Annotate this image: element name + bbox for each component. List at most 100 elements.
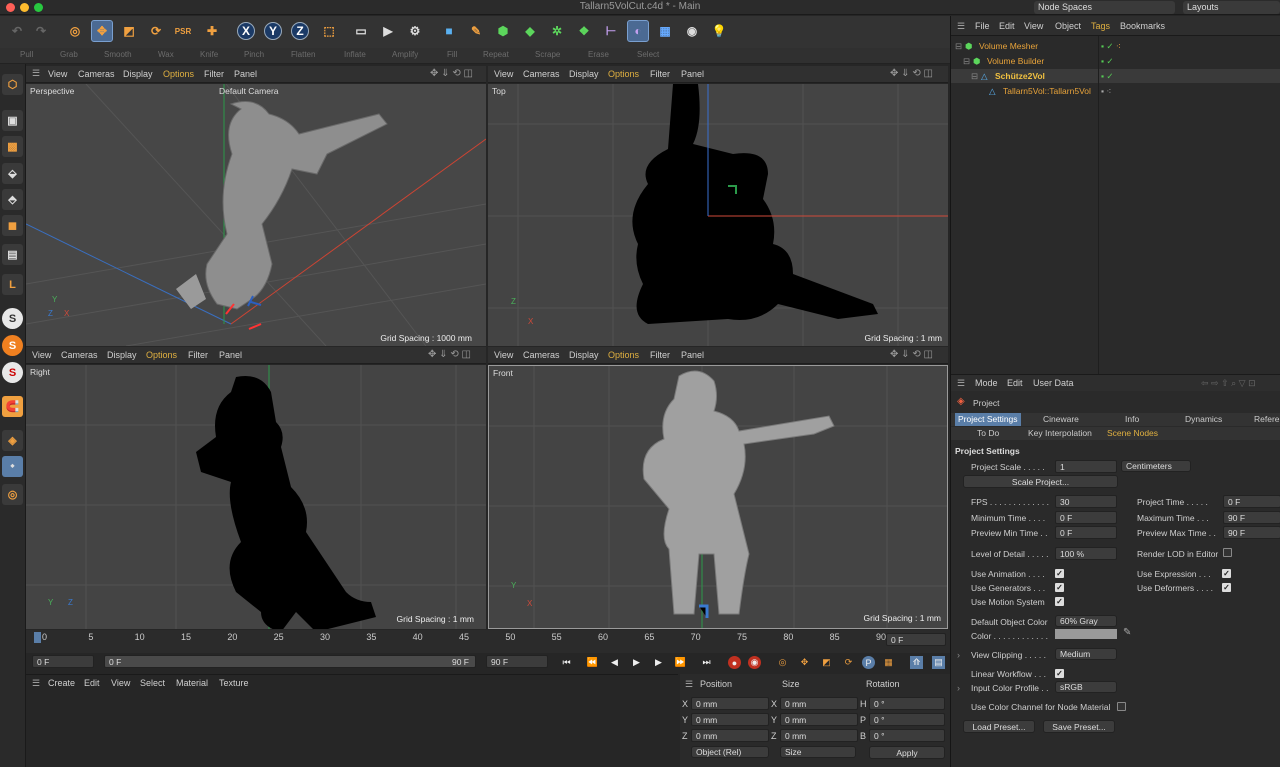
- menu-options[interactable]: Options: [146, 350, 177, 360]
- menu-filter[interactable]: Filter: [188, 350, 208, 360]
- project-scale-field[interactable]: 1: [1055, 460, 1117, 473]
- field-icon[interactable]: ◐: [627, 20, 649, 42]
- attr-menu-edit[interactable]: Edit: [1007, 378, 1023, 388]
- material-menu-material[interactable]: Material: [176, 678, 208, 688]
- coord-mode-dropdown[interactable]: Object (Rel): [691, 746, 769, 758]
- current-frame-field[interactable]: 0 F: [886, 633, 946, 646]
- om-menu-bookmarks[interactable]: Bookmarks: [1120, 21, 1165, 31]
- menu-options[interactable]: Options: [163, 69, 194, 79]
- render-region-icon[interactable]: ▭: [350, 20, 372, 42]
- sculpt-amplify[interactable]: Amplify: [392, 50, 418, 59]
- size-mode-dropdown[interactable]: Size: [780, 746, 856, 758]
- autokey-icon[interactable]: ◉: [748, 656, 761, 669]
- menu-display[interactable]: Display: [569, 350, 599, 360]
- viewport-nav-icons[interactable]: ✥ ⇓ ⟲ ◫: [890, 68, 933, 79]
- z-axis-lock-button[interactable]: Z: [291, 22, 309, 40]
- menu-filter[interactable]: Filter: [650, 350, 670, 360]
- camera-icon[interactable]: ◉: [681, 20, 703, 42]
- add-tool-icon[interactable]: ✚: [201, 20, 223, 42]
- use-motion-checkbox[interactable]: ✓: [1055, 597, 1064, 606]
- polygons-mode-icon[interactable]: ◼: [2, 215, 23, 236]
- pos-y-field[interactable]: 0 mm: [691, 713, 769, 726]
- next-key-icon[interactable]: ⏩: [674, 656, 687, 669]
- sculpt-inflate[interactable]: Inflate: [344, 50, 366, 59]
- points-mode-icon[interactable]: ⬙: [2, 163, 23, 184]
- uv-mode-icon[interactable]: ▤: [2, 244, 23, 265]
- tab-scene-nodes[interactable]: Scene Nodes: [1107, 428, 1158, 438]
- scale-project-button[interactable]: Scale Project...: [963, 475, 1118, 488]
- workplane-icon[interactable]: ◈: [2, 430, 23, 451]
- render-lod-checkbox[interactable]: [1223, 548, 1232, 557]
- menu-display[interactable]: Display: [107, 350, 137, 360]
- top-viewport[interactable]: Z X Top Grid Spacing : 1 mm: [488, 84, 948, 346]
- viewport-nav-icons[interactable]: ✥ ⇓ ⟲ ◫: [428, 349, 471, 360]
- make-editable-icon[interactable]: ⬡: [2, 74, 23, 95]
- use-animation-checkbox[interactable]: ✓: [1055, 569, 1064, 578]
- light-icon[interactable]: 💡: [708, 20, 730, 42]
- viewport-nav-icons[interactable]: ✥ ⇓ ⟲ ◫: [430, 68, 473, 79]
- layouts-dropdown[interactable]: Layouts: [1183, 1, 1280, 14]
- viewport-menu-icon[interactable]: ☰: [32, 68, 40, 79]
- key-scale-icon[interactable]: ◩: [820, 656, 833, 669]
- pos-z-field[interactable]: 0 mm: [691, 729, 769, 742]
- model-mode-icon[interactable]: ▣: [2, 110, 23, 131]
- sculpt-wax[interactable]: Wax: [158, 50, 174, 59]
- menu-filter[interactable]: Filter: [650, 69, 670, 79]
- menu-display[interactable]: Display: [569, 69, 599, 79]
- pen-icon[interactable]: ✎: [465, 20, 487, 42]
- menu-panel[interactable]: Panel: [681, 350, 704, 360]
- default-color-dropdown[interactable]: 60% Gray: [1055, 615, 1117, 627]
- render-settings-icon[interactable]: ⚙: [404, 20, 426, 42]
- preview-min-field[interactable]: 0 F: [1055, 526, 1117, 539]
- x-axis-lock-button[interactable]: X: [237, 22, 255, 40]
- sculpt-pull[interactable]: Pull: [20, 50, 33, 59]
- menu-display[interactable]: Display: [123, 69, 153, 79]
- menu-cameras[interactable]: Cameras: [523, 350, 560, 360]
- sculpt-pinch[interactable]: Pinch: [244, 50, 264, 59]
- menu-filter[interactable]: Filter: [204, 69, 224, 79]
- y-axis-lock-button[interactable]: Y: [264, 22, 282, 40]
- object-row[interactable]: ⊟ ⬢ Volume Builder ▪ ✓: [951, 54, 1280, 68]
- visibility-check-icon[interactable]: ▪ ✓: [1101, 54, 1114, 68]
- material-menu-view[interactable]: View: [111, 678, 130, 688]
- scale-tool-icon[interactable]: ◩: [118, 20, 140, 42]
- menu-cameras[interactable]: Cameras: [523, 69, 560, 79]
- rot-b-field[interactable]: 0 °: [869, 729, 945, 742]
- prev-frame-icon[interactable]: ◀: [608, 656, 621, 669]
- menu-view[interactable]: View: [494, 350, 513, 360]
- menu-view[interactable]: View: [48, 69, 67, 79]
- magnet-icon[interactable]: 🧲: [2, 396, 23, 417]
- viewport-nav-icons[interactable]: ✥ ⇓ ⟲ ◫: [890, 349, 933, 360]
- cloner-icon[interactable]: ✲: [546, 20, 568, 42]
- material-menu-texture[interactable]: Texture: [219, 678, 249, 688]
- menu-cameras[interactable]: Cameras: [78, 69, 115, 79]
- axis-mode-icon[interactable]: L: [2, 274, 23, 295]
- tab-todo[interactable]: To Do: [977, 428, 999, 438]
- node-material-checkbox[interactable]: [1117, 702, 1126, 711]
- preview-range-slider[interactable]: 0 F 90 F: [104, 655, 476, 668]
- color-picker-icon[interactable]: ✎: [1123, 627, 1131, 638]
- size-z-field[interactable]: 0 mm: [780, 729, 858, 742]
- subdivision-icon[interactable]: ⬢: [492, 20, 514, 42]
- tab-info[interactable]: Info: [1125, 414, 1139, 424]
- fps-field[interactable]: 30: [1055, 495, 1117, 508]
- menu-cameras[interactable]: Cameras: [61, 350, 98, 360]
- tab-referen[interactable]: Referen: [1254, 414, 1280, 424]
- deformer-icon[interactable]: ⊢: [600, 20, 622, 42]
- tab-key-interpolation[interactable]: Key Interpolation: [1028, 428, 1092, 438]
- sculpt-repeat[interactable]: Repeat: [483, 50, 509, 59]
- snap-s2-icon[interactable]: S: [2, 335, 23, 356]
- material-menu-create[interactable]: Create: [48, 678, 75, 688]
- go-end-icon[interactable]: ⏭: [700, 656, 713, 669]
- attr-menu-userdata[interactable]: User Data: [1033, 378, 1074, 388]
- expand-arrow-icon[interactable]: ›: [957, 650, 960, 660]
- om-menu-view[interactable]: View: [1024, 21, 1043, 31]
- sculpt-fill[interactable]: Fill: [447, 50, 457, 59]
- cube-icon[interactable]: ■: [438, 20, 460, 42]
- use-expression-checkbox[interactable]: ✓: [1222, 569, 1231, 578]
- preview-max-field[interactable]: 90 F: [1223, 526, 1280, 539]
- om-menu-object[interactable]: Object: [1055, 21, 1081, 31]
- start-frame-field[interactable]: 0 F: [32, 655, 94, 668]
- sculpt-grab[interactable]: Grab: [60, 50, 78, 59]
- view-clipping-dropdown[interactable]: Medium: [1055, 648, 1117, 660]
